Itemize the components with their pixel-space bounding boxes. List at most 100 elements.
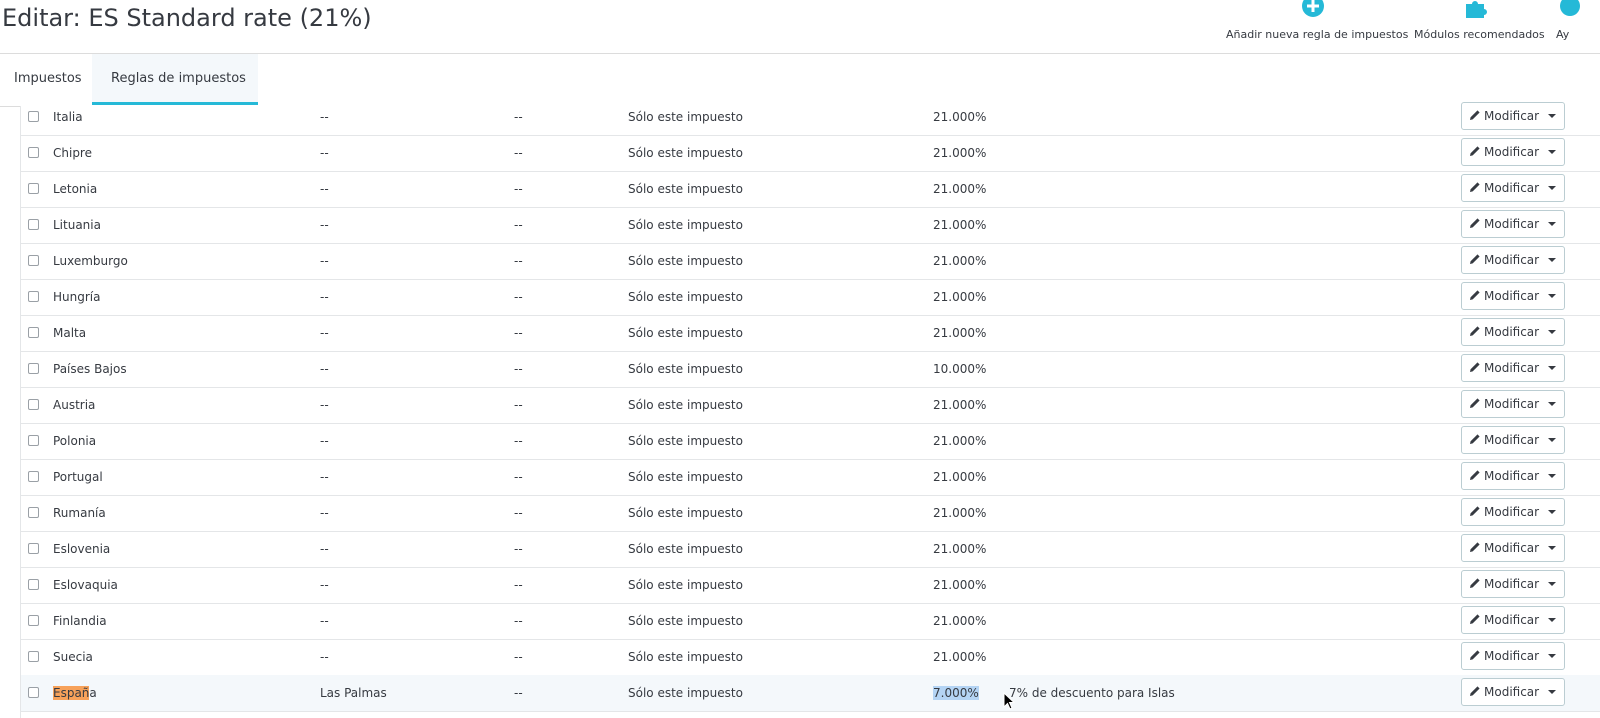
pencil-icon: [1470, 470, 1480, 480]
table-row: Eslovenia -- -- Sólo este impuesto 21.000% Mo…: [21, 531, 1600, 568]
pencil-icon: [1470, 686, 1480, 696]
modify-button[interactable]: Modificar: [1461, 318, 1565, 346]
row-checkbox[interactable]: [28, 471, 39, 482]
modify-button[interactable]: Modificar: [1461, 354, 1565, 382]
zip-cell: --: [320, 290, 329, 304]
modify-label: Modificar: [1484, 253, 1540, 267]
chevron-down-icon[interactable]: [1548, 258, 1556, 262]
page-header: Editar: ES Standard rate (21%) Añadir nu…: [0, 0, 1600, 54]
modify-button[interactable]: Modificar: [1461, 138, 1565, 166]
rate-text: 21.000%: [933, 218, 987, 232]
behavior-cell: Sólo este impuesto: [628, 470, 743, 484]
row-checkbox[interactable]: [28, 651, 39, 662]
row-checkbox[interactable]: [28, 687, 39, 698]
row-checkbox[interactable]: [28, 255, 39, 266]
row-checkbox[interactable]: [28, 219, 39, 230]
chevron-down-icon[interactable]: [1548, 402, 1556, 406]
tab-reglas-de-impuestos[interactable]: Reglas de impuestos: [92, 54, 258, 105]
modify-button[interactable]: Modificar: [1461, 570, 1565, 598]
plus-circle-icon: [1302, 0, 1324, 17]
row-checkbox[interactable]: [28, 615, 39, 626]
help-icon: [1560, 0, 1580, 16]
zip-end-cell: --: [514, 218, 523, 232]
rate-cell: 7.000%: [933, 675, 979, 711]
row-checkbox[interactable]: [28, 183, 39, 194]
modify-button[interactable]: Modificar: [1461, 534, 1565, 562]
country-rest: a: [89, 686, 97, 700]
modify-button[interactable]: Modificar: [1461, 606, 1565, 634]
modify-button[interactable]: Modificar: [1461, 462, 1565, 490]
behavior-cell: Sólo este impuesto: [628, 686, 743, 700]
modify-button[interactable]: Modificar: [1461, 210, 1565, 238]
zip-end-cell: --: [514, 650, 523, 664]
chevron-down-icon[interactable]: [1548, 690, 1556, 694]
modify-label: Modificar: [1484, 145, 1540, 159]
tab-impuestos[interactable]: Impuestos: [0, 54, 92, 105]
chevron-down-icon[interactable]: [1548, 114, 1556, 118]
behavior-cell: Sólo este impuesto: [628, 290, 743, 304]
zip-cell: --: [320, 398, 329, 412]
row-checkbox[interactable]: [28, 435, 39, 446]
chevron-down-icon[interactable]: [1548, 330, 1556, 334]
country-cell: Portugal: [53, 459, 103, 495]
country-cell: Países Bajos: [53, 351, 127, 387]
chevron-down-icon[interactable]: [1548, 474, 1556, 478]
modify-button[interactable]: Modificar: [1461, 426, 1565, 454]
chevron-down-icon[interactable]: [1548, 618, 1556, 622]
table-row: Polonia -- -- Sólo este impuesto 21.000% Modi…: [21, 423, 1600, 460]
modify-label: Modificar: [1484, 289, 1540, 303]
country-text: Países Bajos: [53, 362, 127, 376]
row-checkbox[interactable]: [28, 579, 39, 590]
modify-button[interactable]: Modificar: [1461, 174, 1565, 202]
rate-text: 21.000%: [933, 542, 987, 556]
modify-label: Modificar: [1484, 397, 1540, 411]
chevron-down-icon[interactable]: [1548, 582, 1556, 586]
modify-button[interactable]: Modificar: [1461, 282, 1565, 310]
chevron-down-icon[interactable]: [1548, 294, 1556, 298]
chevron-down-icon[interactable]: [1548, 186, 1556, 190]
mouse-cursor-icon: [1003, 692, 1015, 710]
rate-text: 21.000%: [933, 110, 987, 124]
zip-end-cell: --: [514, 254, 523, 268]
row-checkbox[interactable]: [28, 363, 39, 374]
row-checkbox[interactable]: [28, 147, 39, 158]
country-cell: Polonia: [53, 423, 96, 459]
modify-button[interactable]: Modificar: [1461, 678, 1565, 706]
row-checkbox[interactable]: [28, 399, 39, 410]
rate-cell: 21.000%: [933, 171, 986, 207]
row-checkbox[interactable]: [28, 327, 39, 338]
add-tax-rule-button[interactable]: Añadir nueva regla de impuestos: [1226, 0, 1408, 52]
rate-cell: 21.000%: [933, 135, 986, 171]
row-checkbox[interactable]: [28, 111, 39, 122]
country-cell: Finlandia: [53, 603, 107, 639]
row-checkbox[interactable]: [28, 543, 39, 554]
chevron-down-icon[interactable]: [1548, 510, 1556, 514]
search-match-highlight: Españ: [53, 686, 90, 700]
zip-cell: --: [320, 614, 329, 628]
zip-end-cell: --: [514, 146, 523, 160]
rate-text: 21.000%: [933, 290, 987, 304]
recommended-modules-button[interactable]: Módulos recomendados: [1414, 0, 1546, 52]
chevron-down-icon[interactable]: [1548, 222, 1556, 226]
zip-cell: --: [320, 470, 329, 484]
chevron-down-icon[interactable]: [1548, 366, 1556, 370]
modify-button[interactable]: Modificar: [1461, 390, 1565, 418]
zip-cell: --: [320, 650, 329, 664]
chevron-down-icon[interactable]: [1548, 438, 1556, 442]
modify-button[interactable]: Modificar: [1461, 246, 1565, 274]
zip-cell: --: [320, 434, 329, 448]
puzzle-icon: [1466, 1, 1487, 18]
rate-cell: 21.000%: [933, 243, 986, 279]
country-text: Chipre: [53, 146, 92, 160]
table-row: Chipre -- -- Sólo este impuesto 21.000% Modif…: [21, 135, 1600, 172]
row-checkbox[interactable]: [28, 507, 39, 518]
modify-button[interactable]: Modificar: [1461, 102, 1565, 130]
modify-label: Modificar: [1484, 577, 1540, 591]
chevron-down-icon[interactable]: [1548, 654, 1556, 658]
chevron-down-icon[interactable]: [1548, 546, 1556, 550]
modify-button[interactable]: Modificar: [1461, 642, 1565, 670]
chevron-down-icon[interactable]: [1548, 150, 1556, 154]
modify-button[interactable]: Modificar: [1461, 498, 1565, 526]
help-button[interactable]: Ay: [1556, 0, 1596, 52]
row-checkbox[interactable]: [28, 291, 39, 302]
